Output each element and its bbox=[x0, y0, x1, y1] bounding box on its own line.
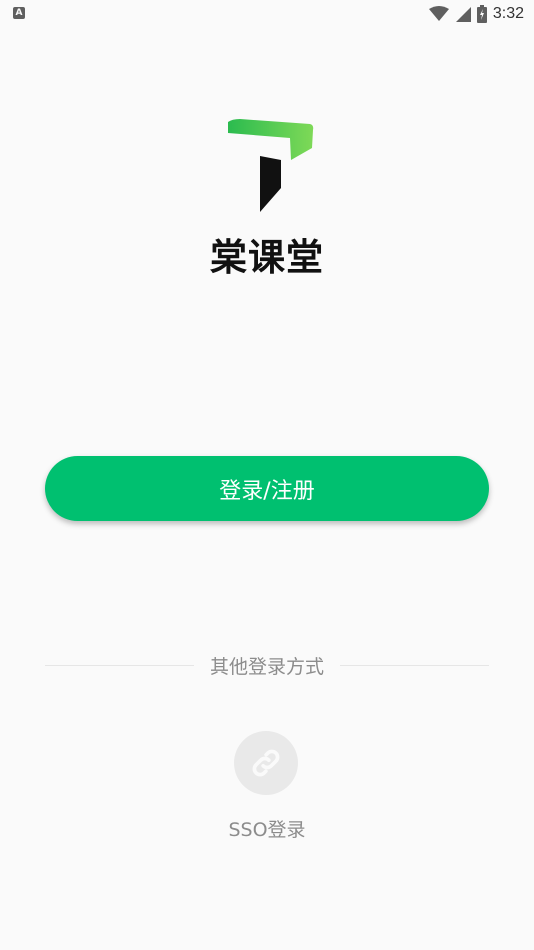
wifi-icon bbox=[428, 6, 449, 21]
status-right: 3:32 bbox=[428, 3, 524, 25]
status-time: 3:32 bbox=[492, 5, 524, 22]
sso-login-button[interactable] bbox=[234, 731, 298, 795]
link-icon bbox=[252, 749, 280, 777]
other-login-label: 其他登录方式 bbox=[210, 655, 325, 678]
sso-login-label[interactable]: SSO登录 bbox=[0, 815, 534, 842]
divider-line-right bbox=[340, 664, 490, 666]
brand-name: 棠课堂 bbox=[210, 236, 324, 279]
notification-icon: A bbox=[13, 7, 25, 19]
divider-line-left bbox=[45, 664, 194, 666]
login-register-button[interactable]: 登录/注册 bbox=[45, 456, 489, 521]
signal-icon bbox=[455, 7, 471, 22]
other-login-divider: 其他登录方式 bbox=[45, 650, 490, 680]
brand-logo-icon bbox=[228, 119, 314, 212]
battery-icon bbox=[476, 5, 487, 23]
status-bar: A 3:32 bbox=[0, 0, 534, 28]
